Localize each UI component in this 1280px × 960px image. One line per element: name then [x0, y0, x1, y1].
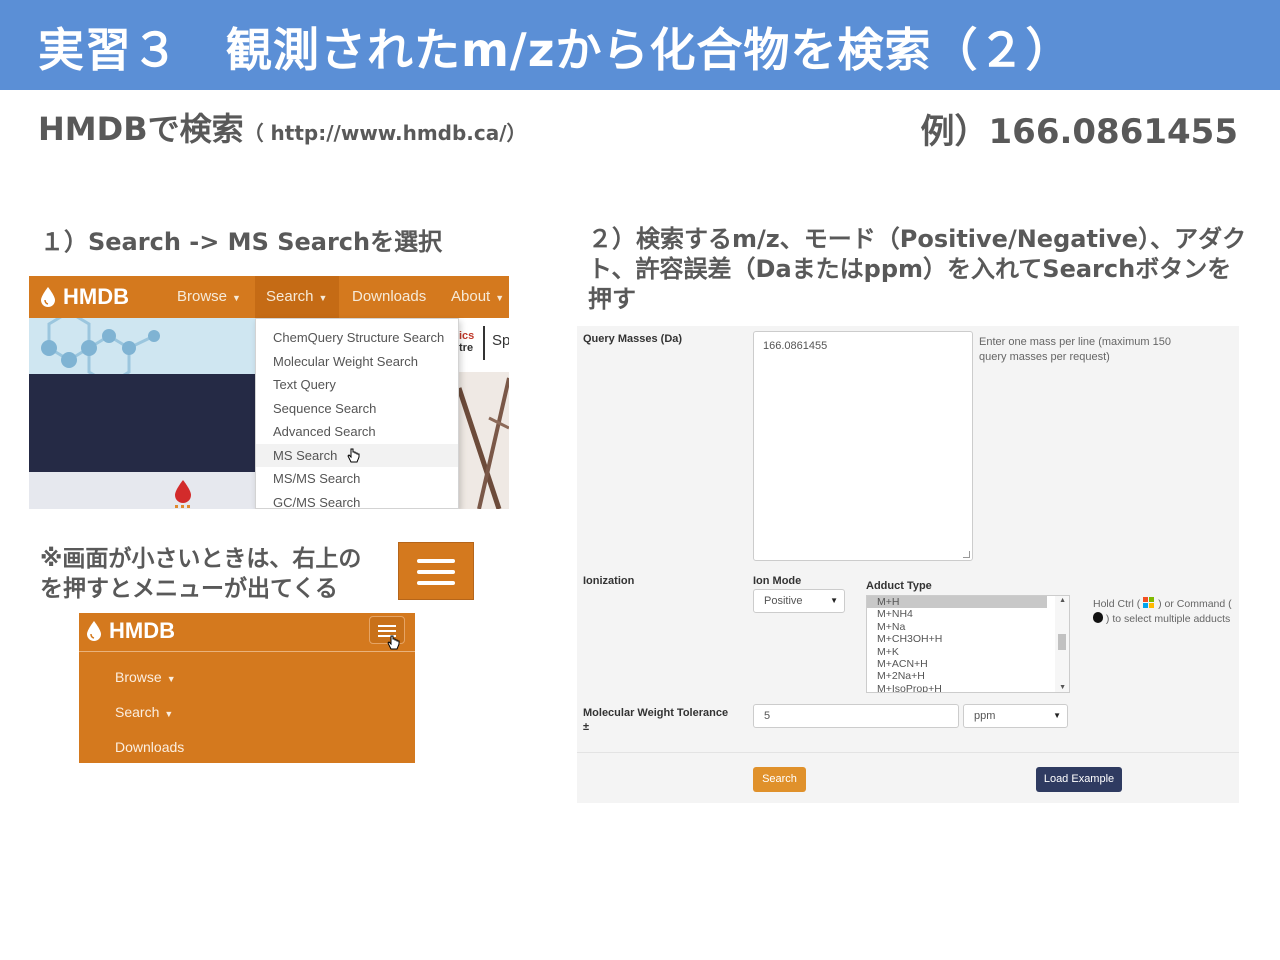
hand-cursor-icon [347, 448, 360, 463]
slide-subtitle: HMDBで検索（ http://www.hmdb.ca/） [38, 104, 527, 150]
partial-banner-text-2: Sp [492, 332, 509, 349]
tolerance-unit-value: ppm [974, 710, 996, 722]
adduct-option[interactable]: M+2Na+H [867, 670, 1069, 682]
tolerance-label: Molecular Weight Tolerance ± [583, 706, 728, 734]
ion-mode-select[interactable]: Positive ▼ [753, 589, 845, 613]
nav-about[interactable]: About ▼ [451, 288, 504, 305]
hmdb-nav-screenshot: ics tre Sp HMDB Browse ▼ Search ▼ Downloads… [29, 276, 509, 509]
example-mass: 例）166.0861455 [920, 112, 1239, 152]
step2-instruction: ２）検索するm/z、モード（Positive/Negative）、アダクト、許容… [588, 225, 1247, 313]
partial-banner-text: ics tre [459, 330, 475, 354]
hmdb-logo[interactable]: HMDB [87, 618, 175, 644]
tolerance-unit-select[interactable]: ppm ▼ [963, 704, 1068, 728]
caret-down-icon: ▼ [166, 674, 176, 684]
nav-browse[interactable]: Browse ▼ [177, 288, 241, 305]
search-dropdown-menu: ChemQuery Structure Search Molecular Wei… [255, 318, 459, 509]
banner-light-panel [29, 472, 259, 509]
menu-item-msms-search[interactable]: MS/MS Search [256, 467, 458, 491]
adduct-option[interactable]: M+H [867, 596, 1047, 609]
mobile-nav-downloads[interactable]: Downloads [115, 739, 184, 755]
subtitle-main: HMDBで検索 [38, 110, 244, 148]
query-masses-value: 166.0861455 [763, 340, 828, 352]
slide-title: 実習３ 観測されたm/zから化合物を検索（２） [38, 23, 1073, 77]
banner-dark-panel [29, 374, 259, 472]
hmdb-drop-icon [175, 480, 191, 508]
mobile-nav-search[interactable]: Search ▼ [115, 704, 173, 720]
query-help-line-1: Enter one mass per line (maximum 150 [979, 336, 1171, 348]
caret-down-icon: ▼ [495, 293, 505, 303]
ion-mode-label: Ion Mode [753, 575, 802, 587]
menu-item-sequence[interactable]: Sequence Search [256, 397, 458, 421]
tolerance-label-line-1: Molecular Weight Tolerance [583, 707, 729, 719]
query-masses-label: Query Masses (Da) [583, 333, 683, 345]
select-arrow-icon: ▼ [830, 596, 838, 605]
water-drop-icon [41, 287, 55, 307]
adduct-option[interactable]: M+ACN+H [867, 658, 1069, 670]
note-line-2: を押すとメニューが出てくる [40, 576, 338, 602]
ms-search-form-screenshot: Query Masses (Da) 166.0861455 Enter one … [577, 326, 1239, 803]
mobile-nav-browse[interactable]: Browse ▼ [115, 669, 176, 685]
adduct-option[interactable]: M+NH4 [867, 608, 1069, 620]
hmdb-logo-text: HMDB [109, 618, 175, 643]
menu-item-advanced[interactable]: Advanced Search [256, 420, 458, 444]
hmdb-navbar: HMDB Browse ▼ Search ▼ Downloads About ▼ [29, 276, 509, 318]
hmdb-logo-text: HMDB [63, 284, 129, 309]
query-masses-textarea[interactable]: 166.0861455 [753, 331, 973, 561]
adduct-type-listbox[interactable]: M+H M+NH4 M+Na M+CH3OH+H M+K M+ACN+H M+2… [866, 595, 1070, 693]
menu-item-molecular-weight[interactable]: Molecular Weight Search [256, 350, 458, 374]
water-drop-icon [87, 621, 101, 641]
small-screen-note: ※画面が小さいときは、右上の を押すとメニューが出てくる [40, 544, 361, 604]
caret-down-icon: ▼ [164, 709, 174, 719]
select-arrow-icon: ▼ [1053, 711, 1061, 720]
adduct-option[interactable]: M+K [867, 646, 1069, 658]
step1-instruction: １）Search -> MS Searchを選択 [40, 228, 443, 256]
tolerance-label-line-2: ± [583, 721, 590, 733]
menu-item-chemquery[interactable]: ChemQuery Structure Search [256, 326, 458, 350]
adduct-help-part-1: Hold Ctrl ( [1093, 598, 1141, 610]
slide-title-bar: 実習３ 観測されたm/zから化合物を検索（２） [0, 0, 1280, 90]
nav-downloads[interactable]: Downloads [352, 288, 426, 305]
scrollbar-thumb[interactable] [1058, 634, 1066, 650]
adduct-option[interactable]: M+Na [867, 621, 1069, 633]
form-divider [577, 752, 1239, 753]
subtitle-url: （ http://www.hmdb.ca/） [243, 121, 527, 145]
tolerance-input[interactable]: 5 [753, 704, 959, 728]
search-button[interactable]: Search [753, 767, 806, 792]
adduct-type-label: Adduct Type [866, 580, 932, 592]
hmdb-mobile-menu-screenshot: HMDB Browse ▼ Search ▼ Downloads [79, 613, 415, 763]
nav-search[interactable]: Search ▼ [266, 288, 327, 305]
load-example-button[interactable]: Load Example [1036, 767, 1122, 792]
listbox-scrollbar[interactable]: ▲ ▼ [1055, 596, 1069, 692]
adduct-option[interactable]: M+CH3OH+H [867, 633, 1069, 645]
hamburger-menu-icon [398, 542, 474, 600]
adduct-option[interactable]: M+IsoProp+H [867, 683, 1069, 692]
resize-grip-icon[interactable] [963, 551, 970, 558]
ionization-label: Ionization [583, 575, 635, 587]
apple-logo-icon [1093, 612, 1103, 623]
adduct-help-part-2: ) or Command ( [1158, 598, 1232, 610]
banner-molecule-image [29, 310, 259, 386]
mobile-menu-divider [79, 651, 415, 652]
menu-item-text-query[interactable]: Text Query [256, 373, 458, 397]
scroll-down-icon[interactable]: ▼ [1059, 684, 1066, 691]
banner-right-header: ics tre Sp [459, 318, 509, 372]
banner-divider [483, 326, 485, 360]
query-masses-help: Enter one mass per line (maximum 150 que… [979, 335, 1171, 365]
query-help-line-2: query masses per request) [979, 351, 1110, 363]
adduct-help: Hold Ctrl ( ) or Command ( ) to select m… [1093, 597, 1232, 627]
scroll-up-icon[interactable]: ▲ [1059, 597, 1066, 604]
hmdb-logo[interactable]: HMDB [41, 284, 129, 310]
windows-logo-icon [1143, 597, 1155, 609]
note-line-1: ※画面が小さいときは、右上の [40, 546, 362, 572]
ion-mode-value: Positive [764, 595, 803, 607]
caret-down-icon: ▼ [232, 293, 241, 303]
caret-down-icon: ▼ [318, 293, 328, 303]
adduct-help-part-3: ) to select multiple adducts [1105, 613, 1231, 625]
menu-item-gcms-search[interactable]: GC/MS Search [256, 491, 458, 510]
tolerance-value: 5 [764, 710, 771, 722]
